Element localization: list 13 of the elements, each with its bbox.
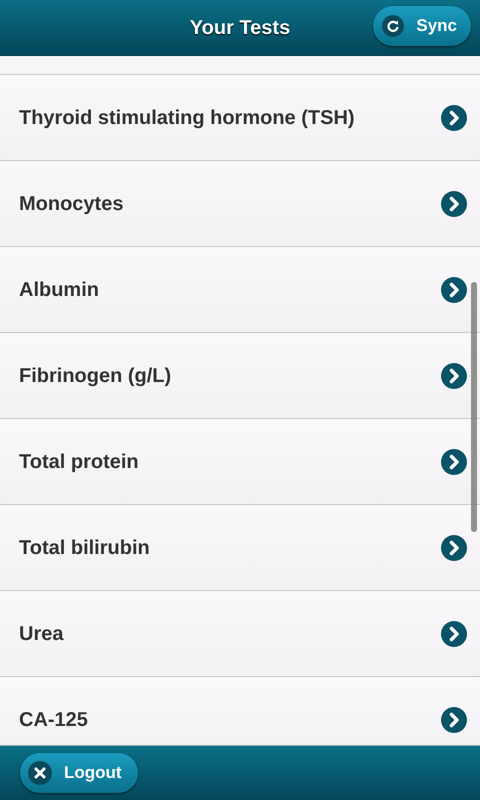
- chevron-right-icon: [441, 276, 467, 302]
- logout-button[interactable]: Logout: [20, 753, 138, 793]
- page-title: Your Tests: [190, 16, 290, 40]
- close-icon: [28, 761, 52, 785]
- chevron-right-icon: [441, 362, 467, 388]
- refresh-icon: [382, 15, 404, 37]
- chevron-right-icon: [441, 190, 467, 216]
- chevron-right-icon: [441, 620, 467, 646]
- chevron-right-icon: [441, 448, 467, 474]
- chevron-right-icon: [441, 104, 467, 130]
- sync-button[interactable]: Sync: [373, 6, 471, 46]
- chevron-right-icon: [441, 534, 467, 560]
- chevron-right-icon: [441, 706, 467, 732]
